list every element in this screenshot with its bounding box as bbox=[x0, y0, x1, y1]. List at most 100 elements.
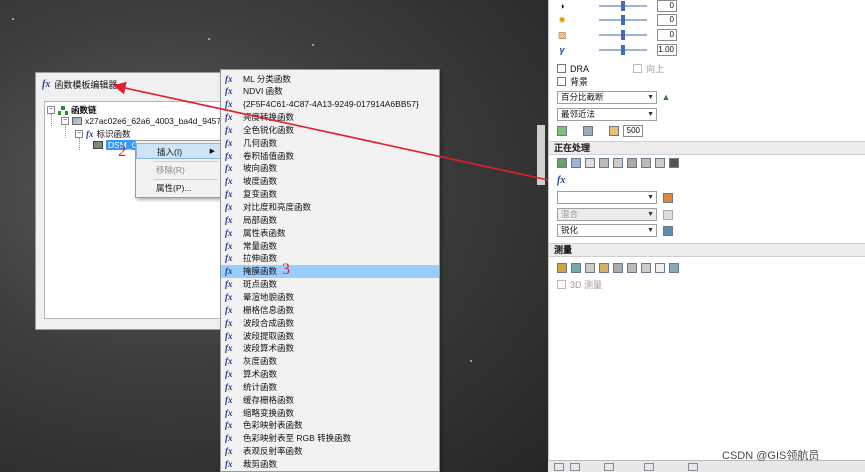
measure-point-icon[interactable] bbox=[599, 263, 609, 273]
tab-icon[interactable] bbox=[570, 463, 580, 471]
aspect-icon[interactable] bbox=[641, 158, 651, 168]
submenu-item-label: 灰度函数 bbox=[243, 356, 278, 367]
measure-area-icon[interactable] bbox=[585, 263, 595, 273]
clear-measure-icon[interactable] bbox=[655, 263, 665, 273]
submenu-item[interactable]: fx 缓存栅格函数 bbox=[221, 393, 439, 406]
submenu-item[interactable]: fx {2F5F4C61-4C87-4A13-9249-017914A6BB57} bbox=[221, 98, 439, 111]
submenu-item[interactable]: fx 掩膜函数 bbox=[221, 264, 439, 278]
brightness-slider[interactable] bbox=[599, 15, 647, 25]
submenu-item[interactable]: fx 晕渲地貌函数 bbox=[221, 290, 439, 303]
submenu-item[interactable]: fx 几何函数 bbox=[221, 136, 439, 149]
background-checkbox[interactable] bbox=[557, 77, 566, 86]
measure3d-label: 3D 测量 bbox=[570, 280, 603, 290]
map-scrollbar[interactable] bbox=[537, 125, 545, 185]
submenu-item[interactable]: fx 坡度函数 bbox=[221, 175, 439, 188]
submenu-item[interactable]: fx 算术函数 bbox=[221, 368, 439, 381]
submenu-item[interactable]: fx 属性表函数 bbox=[221, 226, 439, 239]
tab-icon[interactable] bbox=[688, 463, 698, 471]
submenu-item[interactable]: fx 卷积插值函数 bbox=[221, 149, 439, 162]
up-checkbox[interactable] bbox=[633, 64, 643, 73]
save-icon[interactable] bbox=[669, 158, 679, 168]
submenu-item[interactable]: fx 斑点函数 bbox=[221, 278, 439, 291]
collapse-icon[interactable]: − bbox=[75, 130, 83, 138]
submenu-item[interactable]: fx 拉伸函数 bbox=[221, 252, 439, 265]
menu-item-properties[interactable]: 属性(P)... bbox=[136, 180, 222, 196]
submenu-item-label: 几何函数 bbox=[243, 137, 278, 148]
menu-item-remove[interactable]: 移除(R) bbox=[136, 162, 222, 178]
function-icon: fx bbox=[225, 369, 233, 380]
blend-dropdown[interactable]: 混合 ▼ bbox=[557, 208, 657, 221]
submenu-item[interactable]: fx 裁剪函数 bbox=[221, 458, 439, 471]
submenu-item[interactable]: fx 缩略变换函数 bbox=[221, 406, 439, 419]
mask-icon[interactable] bbox=[599, 158, 609, 168]
dra-checkbox[interactable] bbox=[557, 64, 566, 73]
measure-perimeter-icon[interactable] bbox=[627, 263, 637, 273]
gamma-value[interactable]: 1.00 bbox=[657, 44, 677, 56]
submenu-item-label: 局部函数 bbox=[243, 214, 278, 225]
measure-height-icon[interactable] bbox=[571, 263, 581, 273]
up-label: 向上 bbox=[646, 64, 665, 74]
contrast-slider[interactable] bbox=[599, 1, 647, 11]
submenu-item[interactable]: fx 色彩映射表函数 bbox=[221, 419, 439, 432]
collapse-icon[interactable]: − bbox=[61, 117, 69, 125]
submenu-item[interactable]: fx 对比度和亮度函数 bbox=[221, 201, 439, 214]
measure-centroid-icon[interactable] bbox=[613, 263, 623, 273]
measure3d-checkbox[interactable] bbox=[557, 280, 566, 289]
submenu-item[interactable]: fx 波段算术函数 bbox=[221, 342, 439, 355]
orthorectify-icon[interactable] bbox=[655, 158, 665, 168]
blend-icon[interactable] bbox=[663, 210, 673, 220]
submenu-item[interactable]: fx 色彩映射表至 RGB 转换函数 bbox=[221, 432, 439, 445]
menu-item-insert[interactable]: 插入(I) ▶ bbox=[136, 143, 222, 159]
transparency-slider[interactable] bbox=[599, 30, 647, 40]
function-editor-icon[interactable]: fx bbox=[557, 175, 565, 186]
submenu-item[interactable]: fx 波段合成函数 bbox=[221, 316, 439, 329]
tree-item-identity-function[interactable]: − fx 标识函数 bbox=[75, 128, 131, 140]
submenu-item[interactable]: fx NDVI 函数 bbox=[221, 85, 439, 98]
collapse-icon[interactable]: − bbox=[47, 106, 55, 114]
submenu-item[interactable]: fx 表观反射率函数 bbox=[221, 445, 439, 458]
tree-root[interactable]: − 函数链 bbox=[47, 104, 97, 116]
function-icon: fx bbox=[225, 176, 233, 187]
tab-icon[interactable] bbox=[604, 463, 614, 471]
submenu-item-label: 坡向函数 bbox=[243, 163, 278, 174]
raster-calc-icon[interactable] bbox=[571, 158, 581, 168]
histogram-icon[interactable]: ▲ bbox=[661, 92, 671, 102]
add-function-icon[interactable] bbox=[557, 158, 567, 168]
transparency-value[interactable]: 0 bbox=[657, 29, 677, 41]
measure-shadow-icon[interactable] bbox=[641, 263, 651, 273]
edit-template-icon[interactable] bbox=[663, 193, 673, 203]
measure-settings-icon[interactable] bbox=[669, 263, 679, 273]
submenu-item[interactable]: fx ML 分类函数 bbox=[221, 72, 439, 85]
hillshade-icon[interactable] bbox=[613, 158, 623, 168]
sharpen-dropdown[interactable]: 锐化 ▼ bbox=[557, 224, 657, 237]
submenu-item[interactable]: fx 局部函数 bbox=[221, 213, 439, 226]
submenu-item[interactable]: fx 复变函数 bbox=[221, 188, 439, 201]
submenu-item[interactable]: fx 统计函数 bbox=[221, 380, 439, 393]
tab-icon[interactable] bbox=[554, 463, 564, 471]
submenu-item[interactable]: fx 波段提取函数 bbox=[221, 329, 439, 342]
contrast-value[interactable]: 0 bbox=[657, 0, 677, 12]
tab-icon[interactable] bbox=[644, 463, 654, 471]
submenu-item[interactable]: fx 亮度转换函数 bbox=[221, 111, 439, 124]
clip-icon[interactable] bbox=[585, 158, 595, 168]
stretch-dropdown[interactable]: 百分比截断 ▼ bbox=[557, 91, 657, 104]
sharpen-icon[interactable] bbox=[663, 226, 673, 236]
gamma-slider[interactable] bbox=[599, 45, 647, 55]
zoom-value[interactable]: 500 bbox=[623, 125, 643, 137]
submenu-item-label: NDVI 函数 bbox=[243, 86, 283, 97]
function-template-dropdown[interactable]: ▼ bbox=[557, 191, 657, 204]
brightness-value[interactable]: 0 bbox=[657, 14, 677, 26]
function-icon: fx bbox=[225, 163, 233, 174]
resample-dropdown[interactable]: 最邻近法 ▼ bbox=[557, 108, 657, 121]
zoom-to-raster-icon[interactable] bbox=[583, 126, 593, 136]
submenu-item[interactable]: fx 全色锐化函数 bbox=[221, 123, 439, 136]
submenu-item[interactable]: fx 灰度函数 bbox=[221, 355, 439, 368]
submenu-item[interactable]: fx 坡向函数 bbox=[221, 162, 439, 175]
submenu-item[interactable]: fx 栅格信息函数 bbox=[221, 303, 439, 316]
function-icon: fx bbox=[225, 266, 233, 277]
slope-icon[interactable] bbox=[627, 158, 637, 168]
submenu-item[interactable]: fx 常量函数 bbox=[221, 239, 439, 252]
measure-distance-icon[interactable] bbox=[557, 263, 567, 273]
swipe-icon[interactable] bbox=[557, 126, 567, 136]
zoom-icon[interactable] bbox=[609, 126, 619, 136]
